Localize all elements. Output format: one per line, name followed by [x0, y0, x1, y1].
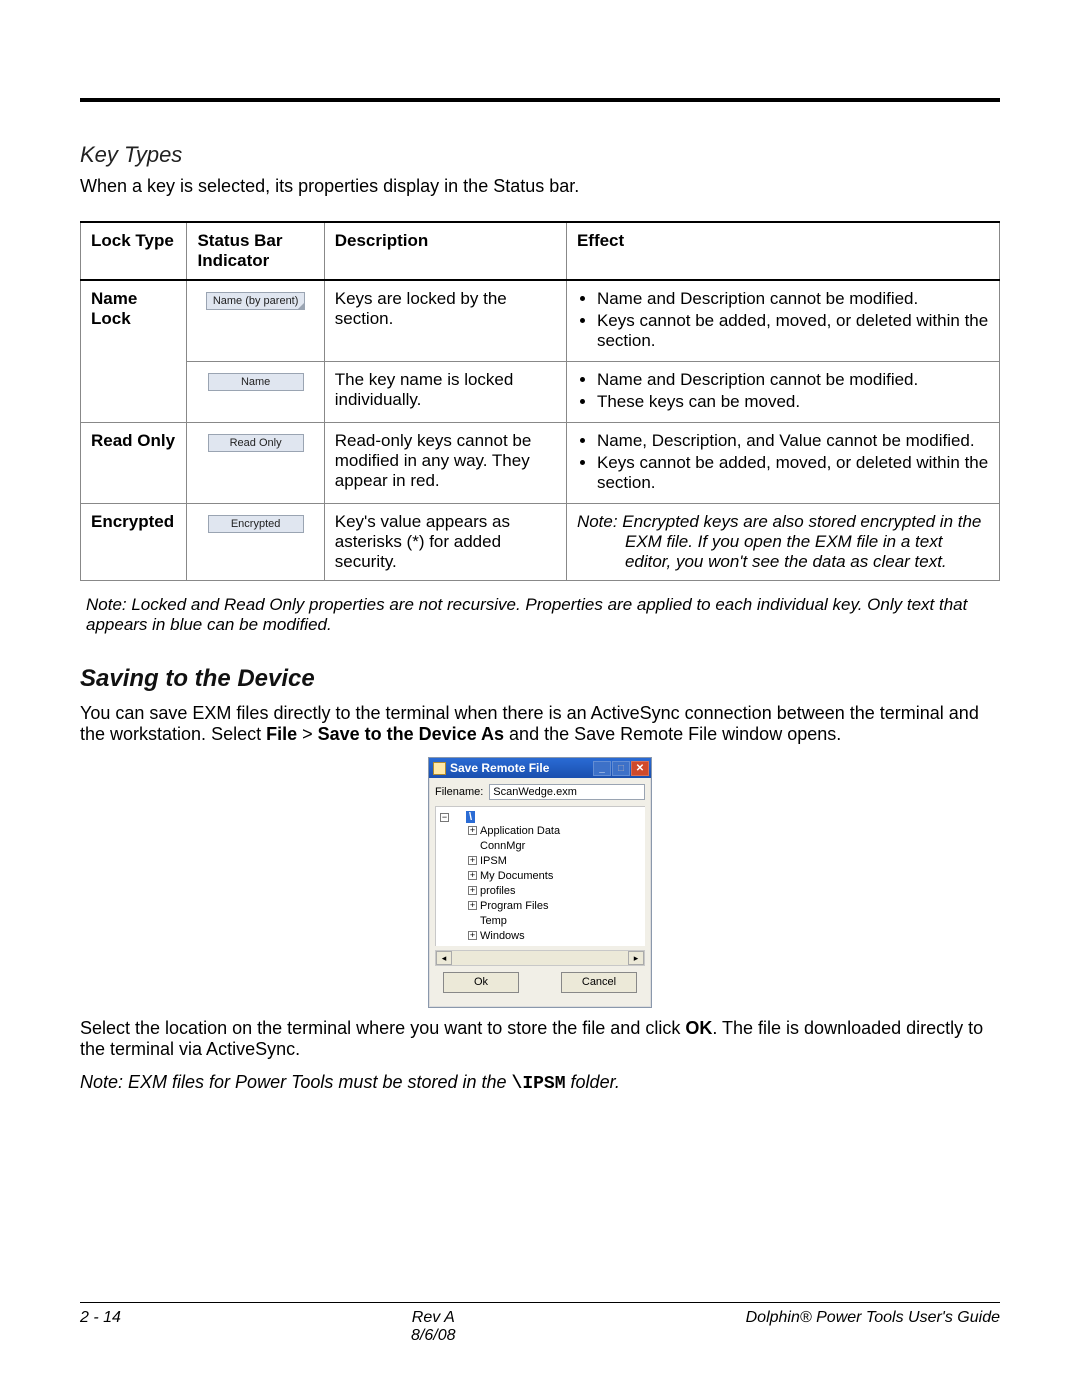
tree-root[interactable]: \	[466, 811, 475, 823]
tree-item[interactable]: +My Documents	[454, 868, 641, 883]
section-title-saving: Saving to the Device	[80, 665, 1000, 693]
effect-item: Keys cannot be added, moved, or deleted …	[597, 453, 989, 493]
scroll-right-icon[interactable]: ▸	[628, 951, 644, 965]
filename-input[interactable]	[489, 784, 645, 800]
expander-icon[interactable]: +	[468, 856, 477, 865]
status-indicator-encrypted: Encrypted	[208, 515, 304, 533]
tree-item-label: Application Data	[480, 825, 560, 837]
after-dialog-text: Select the location on the terminal wher…	[80, 1018, 1000, 1060]
page-footer: 2 - 14 Rev A 8/6/08 Dolphin® Power Tools…	[80, 1302, 1000, 1345]
section-intro: When a key is selected, its properties d…	[80, 176, 1000, 197]
cancel-button[interactable]: Cancel	[561, 972, 637, 993]
menu-file: File	[266, 724, 297, 744]
saving-body: You can save EXM files directly to the t…	[80, 703, 1000, 745]
note-ipsm: Note: EXM files for Power Tools must be …	[80, 1072, 1000, 1094]
cell-read-only: Read Only	[91, 431, 175, 450]
effect-item: Name and Description cannot be modified.	[597, 289, 989, 309]
effect-item: These keys can be moved.	[597, 392, 989, 412]
status-indicator-name: Name	[208, 373, 304, 391]
cell-desc: Keys are locked by the section.	[324, 280, 566, 362]
ok-button[interactable]: Ok	[443, 972, 519, 993]
effect-item: Name, Description, and Value cannot be m…	[597, 431, 989, 451]
dialog-titlebar: Save Remote File _ □ ✕	[429, 758, 651, 778]
th-effect: Effect	[566, 222, 999, 280]
effect-list: Name and Description cannot be modified.…	[577, 289, 989, 351]
table-row: Name Lock Name (by parent) Keys are lock…	[81, 280, 1000, 362]
cell-desc: Key's value appears as asterisks (*) for…	[324, 504, 566, 581]
th-lock-type: Lock Type	[81, 222, 187, 280]
expander-icon[interactable]: +	[468, 901, 477, 910]
expander-icon	[468, 841, 477, 850]
tree-item-label: Temp	[480, 915, 507, 927]
filename-label: Filename:	[435, 786, 483, 798]
th-description: Description	[324, 222, 566, 280]
ok-inline: OK	[685, 1018, 712, 1038]
close-button[interactable]: ✕	[631, 761, 649, 776]
effect-list: Name, Description, and Value cannot be m…	[577, 431, 989, 493]
expander-icon[interactable]: +	[468, 826, 477, 835]
scroll-left-icon[interactable]: ◂	[436, 951, 452, 965]
tree-item[interactable]: Temp	[454, 913, 641, 928]
table-row: Name The key name is locked individually…	[81, 362, 1000, 423]
lock-types-table: Lock Type Status Bar Indicator Descripti…	[80, 221, 1000, 581]
tree-item[interactable]: +IPSM	[454, 853, 641, 868]
effect-item: Name and Description cannot be modified.	[597, 370, 989, 390]
effect-item: Keys cannot be added, moved, or deleted …	[597, 311, 989, 351]
top-rule	[80, 98, 1000, 102]
th-status-bar: Status Bar Indicator	[187, 222, 324, 280]
section-title-key-types: Key Types	[80, 142, 1000, 168]
maximize-button[interactable]: □	[612, 761, 630, 776]
tree-item-label: IPSM	[480, 855, 507, 867]
tree-item-label: Windows	[480, 930, 525, 942]
cell-encrypted: Encrypted	[91, 512, 174, 531]
tree-item-label: My Documents	[480, 870, 553, 882]
expander-icon[interactable]: +	[468, 886, 477, 895]
effect-list: Name and Description cannot be modified.…	[577, 370, 989, 412]
tree-item[interactable]: +Program Files	[454, 898, 641, 913]
effect-note: Note: Encrypted keys are also stored enc…	[577, 512, 989, 572]
horizontal-scrollbar[interactable]: ◂ ▸	[435, 950, 645, 966]
expander-icon	[468, 916, 477, 925]
minimize-button[interactable]: _	[593, 761, 611, 776]
table-row: Read Only Read Only Read-only keys canno…	[81, 423, 1000, 504]
note-locked-readonly: Note: Locked and Read Only properties ar…	[80, 595, 1000, 635]
footer-rev: Rev A	[121, 1309, 746, 1327]
expander-icon[interactable]: +	[468, 871, 477, 880]
dialog-title-text: Save Remote File	[450, 761, 549, 775]
tree-item[interactable]: +Windows	[454, 928, 641, 943]
table-row: Encrypted Encrypted Key's value appears …	[81, 504, 1000, 581]
tree-item-label: Program Files	[480, 900, 548, 912]
save-remote-file-dialog: Save Remote File _ □ ✕ Filename: − \	[428, 757, 652, 1008]
status-indicator-name-by-parent: Name (by parent)	[206, 292, 306, 310]
folder-tree[interactable]: − \ +Application DataConnMgr+IPSM+My Doc…	[435, 806, 645, 946]
tree-item-label: profiles	[480, 885, 515, 897]
menu-save-device-as: Save to the Device As	[318, 724, 504, 744]
footer-doc-title: Dolphin® Power Tools User's Guide	[746, 1309, 1000, 1327]
tree-item[interactable]: +profiles	[454, 883, 641, 898]
expander-icon[interactable]: −	[440, 813, 449, 822]
expander-icon[interactable]: +	[468, 931, 477, 940]
cell-desc: Read-only keys cannot be modified in any…	[324, 423, 566, 504]
tree-item-label: ConnMgr	[480, 840, 525, 852]
tree-item[interactable]: +Application Data	[454, 823, 641, 838]
dialog-icon	[433, 762, 446, 775]
cell-name-lock: Name Lock	[91, 289, 137, 328]
footer-page-number: 2 - 14	[80, 1309, 121, 1327]
cell-desc: The key name is locked individually.	[324, 362, 566, 423]
tree-item[interactable]: ConnMgr	[454, 838, 641, 853]
status-indicator-read-only: Read Only	[208, 434, 304, 452]
footer-date: 8/6/08	[121, 1327, 746, 1345]
